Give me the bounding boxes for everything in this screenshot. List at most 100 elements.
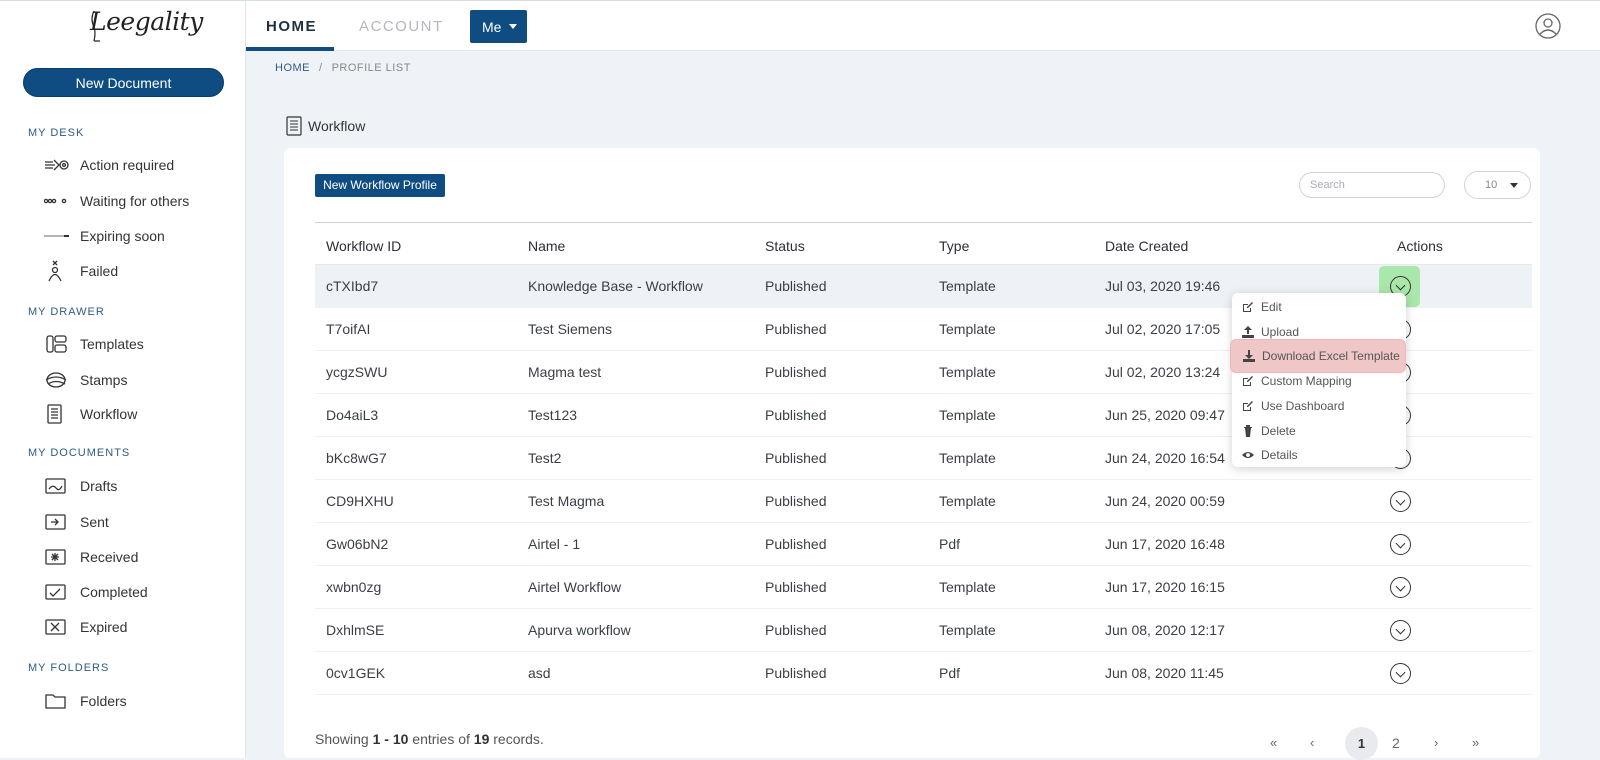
sidebar-item-folders[interactable]: Folders	[44, 689, 127, 713]
sidebar: Leegality New Document MY DESK Action re…	[0, 1, 246, 758]
table-row[interactable]: CD9HXHU Test Magma Published Template Jun 24…	[315, 480, 1532, 523]
column-header-status[interactable]: Status	[765, 238, 805, 254]
tab-account[interactable]: ACCOUNT	[359, 18, 444, 35]
cell-date-created: Jul 03, 2020 19:46	[1105, 278, 1221, 294]
cell-name: Knowledge Base - Workflow	[528, 278, 703, 294]
menu-item-use-dashboard[interactable]: Use Dashboard	[1232, 394, 1406, 418]
row-actions-button[interactable]	[1390, 491, 1411, 512]
cell-status: Published	[765, 665, 827, 681]
cell-date-created: Jun 24, 2020 00:59	[1105, 493, 1225, 509]
cell-type: Template	[939, 407, 996, 423]
chevron-down-icon	[1395, 581, 1406, 591]
leegality-logo[interactable]: Leegality	[88, 5, 203, 47]
menu-item-custom-mapping[interactable]: Custom Mapping	[1232, 369, 1406, 393]
column-header-name[interactable]: Name	[528, 238, 565, 254]
cell-date-created: Jun 25, 2020 09:47	[1105, 407, 1225, 423]
search-input[interactable]	[1299, 172, 1445, 198]
cell-name: Test Magma	[528, 493, 605, 509]
cell-date-created: Jun 08, 2020 12:17	[1105, 622, 1225, 638]
pagination-next-button[interactable]: ›	[1434, 735, 1438, 750]
menu-item-download-excel-template[interactable]: Download Excel Template	[1230, 339, 1406, 373]
row-actions-button[interactable]	[1390, 663, 1411, 684]
sidebar-item-drafts[interactable]: Drafts	[44, 474, 117, 498]
section-my-documents: MY DOCUMENTS	[28, 447, 131, 459]
cell-status: Published	[765, 364, 827, 380]
menu-item-label: Download Excel Template	[1262, 349, 1400, 363]
column-header-date-created[interactable]: Date Created	[1105, 238, 1188, 254]
drafts-icon	[44, 476, 70, 496]
cell-type: Template	[939, 321, 996, 337]
summary-suffix: records.	[489, 731, 544, 747]
sidebar-item-sent[interactable]: Sent	[44, 510, 109, 534]
menu-item-label: Upload	[1261, 325, 1300, 339]
column-header-workflow-id[interactable]: Workflow ID	[326, 238, 401, 254]
cell-status: Published	[765, 579, 827, 595]
active-tab-indicator	[246, 47, 334, 51]
cell-workflow-id: DxhlmSE	[326, 622, 385, 638]
chevron-down-icon	[1395, 495, 1406, 505]
cell-status: Published	[765, 493, 827, 509]
row-actions-button[interactable]	[1390, 577, 1411, 598]
sidebar-item-action-required[interactable]: Action required	[44, 153, 174, 177]
menu-item-edit[interactable]: Edit	[1232, 295, 1406, 319]
received-icon	[44, 547, 70, 567]
page-size-select[interactable]: 10	[1464, 171, 1531, 199]
new-workflow-profile-button[interactable]: New Workflow Profile	[315, 174, 445, 197]
summary-range: 1 - 10	[372, 731, 409, 747]
sidebar-item-label: Templates	[80, 336, 144, 352]
me-label: Me	[482, 18, 502, 35]
sidebar-item-stamps[interactable]: Stamps	[44, 368, 127, 392]
menu-item-delete[interactable]: Delete	[1232, 419, 1406, 443]
cell-date-created: Jun 17, 2020 16:48	[1105, 536, 1225, 552]
tab-home[interactable]: HOME	[266, 18, 317, 35]
cell-name: Test123	[528, 407, 578, 423]
cell-type: Pdf	[939, 665, 961, 681]
table-row[interactable]: 0cv1GEK asd Published Pdf Jun 08, 2020 11:45	[315, 652, 1532, 695]
sidebar-item-received[interactable]: Received	[44, 545, 138, 569]
section-my-folders: MY FOLDERS	[28, 662, 110, 674]
table-row[interactable]: xwbn0zg Airtel Workflow Published Template J…	[315, 566, 1532, 609]
section-my-desk: MY DESK	[28, 127, 85, 139]
logo-bulb-icon	[91, 10, 100, 42]
sidebar-item-workflow[interactable]: Workflow	[44, 402, 137, 426]
top-bar: HOME ACCOUNT Me	[246, 1, 1600, 51]
sidebar-item-failed[interactable]: Failed	[44, 259, 118, 283]
sidebar-item-label: Expiring soon	[80, 228, 165, 244]
pagination-first-button[interactable]: «	[1270, 735, 1277, 750]
sidebar-item-waiting-for-others[interactable]: Waiting for others	[44, 189, 189, 213]
cell-status: Published	[765, 622, 827, 638]
menu-item-label: Custom Mapping	[1261, 374, 1352, 388]
table-row[interactable]: Gw06bN2 Airtel - 1 Published Pdf Jun 17, 202…	[315, 523, 1532, 566]
table-row[interactable]: DxhlmSE Apurva workflow Published Template J…	[315, 609, 1532, 652]
user-profile-icon[interactable]	[1535, 13, 1561, 39]
cell-type: Template	[939, 278, 996, 294]
cell-status: Published	[765, 450, 827, 466]
sidebar-item-templates[interactable]: Templates	[44, 332, 144, 356]
cell-type: Template	[939, 493, 996, 509]
pagination-page-1[interactable]: 1	[1345, 727, 1378, 760]
table-header: Workflow ID Name Status Type Date Create…	[315, 222, 1532, 265]
pagination-last-button[interactable]: »	[1472, 735, 1479, 750]
arrow-target-icon	[44, 155, 70, 175]
chevron-down-icon	[1395, 538, 1406, 548]
sidebar-item-expiring-soon[interactable]: Expiring soon	[44, 224, 165, 248]
pagination-prev-button[interactable]: ‹	[1310, 735, 1314, 750]
column-header-type[interactable]: Type	[939, 238, 969, 254]
sidebar-item-expired[interactable]: Expired	[44, 615, 127, 639]
cell-workflow-id: 0cv1GEK	[326, 665, 386, 681]
row-actions-button[interactable]	[1390, 534, 1411, 555]
page-title-text: Workflow	[308, 118, 366, 134]
me-dropdown-button[interactable]: Me	[470, 10, 527, 43]
menu-item-label: Delete	[1261, 424, 1296, 438]
pagination-page-2[interactable]: 2	[1392, 735, 1400, 751]
sidebar-item-completed[interactable]: Completed	[44, 580, 148, 604]
trash-icon	[1244, 425, 1252, 437]
cell-name: Magma test	[528, 364, 602, 380]
row-actions-button[interactable]	[1390, 620, 1411, 641]
cell-date-created: Jun 17, 2020 16:15	[1105, 579, 1225, 595]
chevron-down-icon	[1395, 624, 1406, 634]
breadcrumb-home[interactable]: HOME	[275, 62, 310, 74]
new-document-button[interactable]: New Document	[23, 68, 224, 97]
records-summary: Showing 1 - 10 entries of 19 records.	[315, 731, 544, 747]
menu-item-details[interactable]: Details	[1232, 443, 1406, 467]
